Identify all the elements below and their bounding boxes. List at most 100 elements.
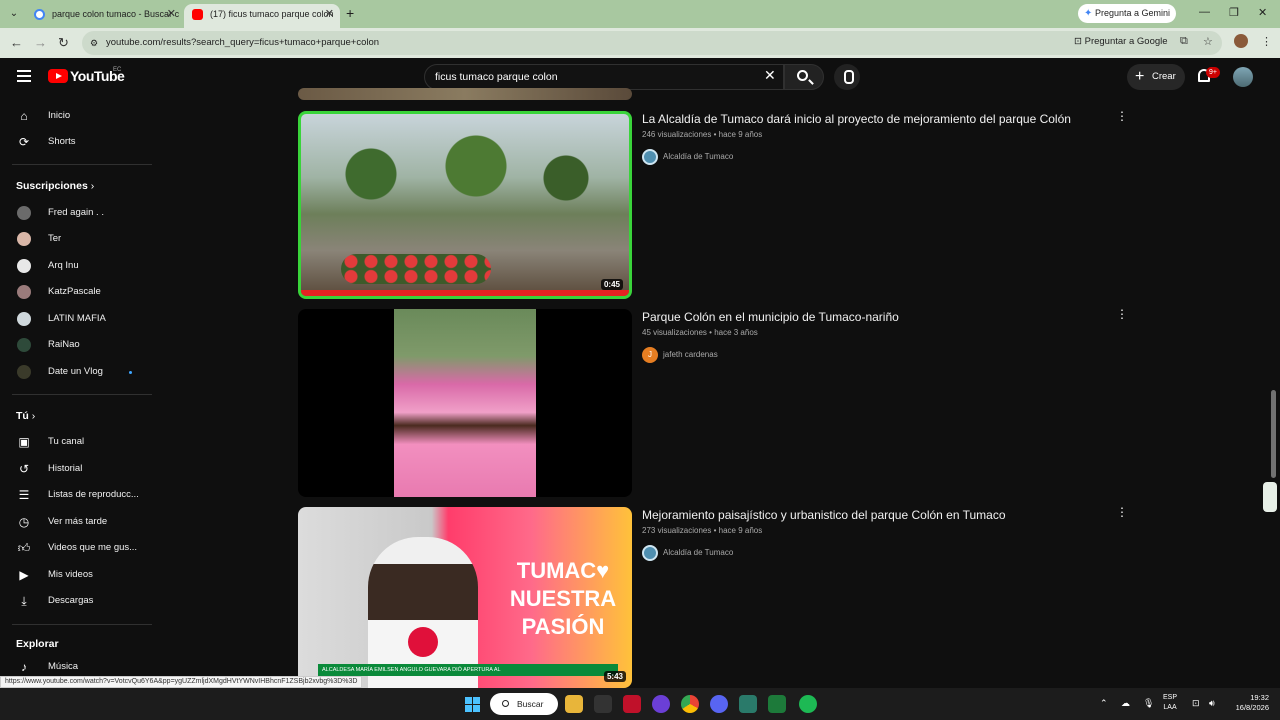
sidebar-item-subscription[interactable]: Arq Inu bbox=[0, 253, 154, 279]
sidebar-item-label: Fred again . . bbox=[48, 207, 104, 218]
search-input[interactable]: ficus tumaco parque colon bbox=[424, 64, 784, 90]
home-icon: ⌂ bbox=[20, 109, 28, 123]
tab-search-icon[interactable]: ⌄ bbox=[6, 6, 22, 22]
channel-avatar: J bbox=[642, 347, 658, 363]
video-title[interactable]: Mejoramiento paisajístico y urbanistico … bbox=[642, 508, 1006, 522]
sidebar-item-shorts[interactable]: ⟳ Shorts bbox=[0, 129, 154, 155]
bookmark-star-icon[interactable]: ☆ bbox=[1203, 35, 1213, 48]
video-duration: 5:43 bbox=[603, 671, 626, 682]
voice-search-button[interactable] bbox=[834, 64, 860, 90]
spotify-icon[interactable] bbox=[799, 695, 817, 713]
sidebar-item-downloads[interactable]: ⤓ Descargas bbox=[0, 588, 154, 614]
browser-menu-icon[interactable]: ⋮ bbox=[1261, 35, 1272, 48]
video-thumbnail[interactable] bbox=[298, 309, 632, 497]
youtube-logo-icon[interactable] bbox=[48, 69, 68, 83]
tab-google-search[interactable]: parque colon tumaco - Buscar c ✕ bbox=[26, 4, 182, 28]
channel-avatar bbox=[642, 545, 658, 561]
microphone-icon[interactable]: 🎙︎ bbox=[1143, 698, 1154, 709]
sidebar-item-liked-videos[interactable]: 👍︎ Videos que me gus... bbox=[0, 535, 154, 561]
sidebar-item-subscription[interactable]: RaiNao bbox=[0, 332, 154, 358]
search-button[interactable] bbox=[784, 64, 824, 90]
forward-icon[interactable]: → bbox=[34, 35, 47, 50]
sidebar-item-playlists[interactable]: ☰ Listas de reproducc... bbox=[0, 482, 154, 508]
sidebar-item-label: Tu canal bbox=[48, 436, 85, 447]
shorts-icon: ⟳ bbox=[18, 135, 30, 149]
channel-link[interactable]: Alcaldía de Tumaco bbox=[642, 545, 733, 561]
gemini-button[interactable]: ✦ Pregunta a Gemini bbox=[1078, 4, 1176, 23]
you-heading[interactable]: Tú › bbox=[16, 410, 35, 422]
tab-youtube[interactable]: (17) ficus tumaco parque colon ✕ bbox=[184, 4, 340, 28]
sidebar-item-subscription[interactable]: Fred again . . bbox=[0, 200, 154, 226]
network-icon[interactable]: ⊡ bbox=[1192, 698, 1200, 709]
video-thumbnail[interactable]: TUMAC♥ NUESTRA PASIÓN ALCALDESA MARÍA EM… bbox=[298, 507, 632, 688]
chrome-icon[interactable] bbox=[681, 695, 699, 713]
clear-search-icon[interactable]: ✕ bbox=[764, 67, 776, 84]
site-info-icon[interactable]: ⚙ bbox=[90, 31, 98, 55]
sidebar-item-home[interactable]: ⌂ Inicio bbox=[0, 103, 154, 129]
create-button[interactable]: + Crear bbox=[1127, 64, 1185, 90]
clock[interactable]: 19:32 16/8/2026 bbox=[1227, 693, 1269, 713]
video-thumbnail[interactable]: 0:45 bbox=[298, 111, 632, 299]
user-avatar[interactable] bbox=[1233, 67, 1253, 87]
file-explorer-icon[interactable] bbox=[565, 695, 583, 713]
back-icon[interactable]: ← bbox=[10, 35, 23, 50]
cloud-icon[interactable]: ☁ bbox=[1121, 698, 1130, 709]
view-count: 273 visualizaciones bbox=[642, 526, 712, 535]
address-bar[interactable]: ⚙ youtube.com/results?search_query=ficus… bbox=[82, 31, 1222, 55]
time: 19:32 bbox=[1250, 693, 1269, 702]
ask-google-button[interactable]: ⊡ Preguntar a Google bbox=[1074, 36, 1168, 47]
subscriptions-heading[interactable]: Suscripciones › bbox=[16, 180, 94, 192]
channel-avatar bbox=[17, 338, 31, 352]
sidebar-item-subscription[interactable]: Ter bbox=[0, 226, 154, 252]
taskbar-search[interactable]: Buscar bbox=[490, 693, 558, 715]
acrobat-icon[interactable] bbox=[623, 695, 641, 713]
thumbnail-frame bbox=[394, 309, 536, 497]
menu-icon[interactable] bbox=[17, 70, 31, 82]
sidebar-item-history[interactable]: ↺ Historial bbox=[0, 456, 154, 482]
more-options-icon[interactable]: ⋮ bbox=[1116, 506, 1128, 518]
sidebar-item-watch-later[interactable]: ◷ Ver más tarde bbox=[0, 509, 154, 535]
channel-link[interactable]: J jafeth cardenas bbox=[642, 347, 718, 363]
close-tab-icon[interactable]: ✕ bbox=[325, 4, 334, 24]
thumbnail-microphone bbox=[408, 627, 438, 657]
window-close-button[interactable]: ✕ bbox=[1258, 6, 1267, 19]
sidebar-item-subscription[interactable]: LATIN MAFIA bbox=[0, 306, 154, 332]
sidebar-item-my-videos[interactable]: ▶ Mis videos bbox=[0, 562, 154, 588]
video-thumbnail-partial[interactable] bbox=[298, 88, 632, 100]
minimize-button[interactable]: — bbox=[1199, 6, 1210, 18]
channel-name: Alcaldía de Tumaco bbox=[663, 548, 734, 557]
volume-icon[interactable]: 🔊︎ bbox=[1209, 698, 1215, 709]
sidebar-item-your-channel[interactable]: ▣ Tu canal bbox=[0, 429, 154, 455]
extension-side-panel[interactable] bbox=[1263, 482, 1277, 512]
new-tab-button[interactable]: + bbox=[346, 5, 354, 21]
app-icon[interactable] bbox=[594, 695, 612, 713]
gemini-label: Pregunta a Gemini bbox=[1095, 8, 1171, 18]
tab-label: parque colon tumaco - Buscar c bbox=[52, 9, 180, 19]
channel-name: jafeth cardenas bbox=[663, 350, 718, 359]
more-options-icon[interactable]: ⋮ bbox=[1116, 308, 1128, 320]
maximize-button[interactable]: ❐ bbox=[1229, 6, 1239, 19]
close-tab-icon[interactable]: ✕ bbox=[167, 4, 176, 24]
input-language[interactable]: ESP LAA bbox=[1163, 693, 1177, 713]
install-app-icon[interactable]: ⧉ bbox=[1180, 35, 1188, 48]
sidebar-item-subscription[interactable]: Date un Vlog bbox=[0, 359, 154, 385]
browser-profile-avatar[interactable] bbox=[1234, 34, 1248, 48]
discord-icon[interactable] bbox=[710, 695, 728, 713]
app-icon[interactable] bbox=[739, 695, 757, 713]
windows-start-icon[interactable] bbox=[465, 697, 480, 712]
sidebar-item-subscription[interactable]: KatzPascale bbox=[0, 279, 154, 305]
more-options-icon[interactable]: ⋮ bbox=[1116, 110, 1128, 122]
sidebar-item-label: Videos que me gus... bbox=[48, 542, 138, 553]
divider bbox=[12, 164, 152, 165]
channel-link[interactable]: Alcaldía de Tumaco bbox=[642, 149, 733, 165]
sidebar-item-label: Mis videos bbox=[48, 569, 93, 580]
video-title[interactable]: Parque Colón en el municipio de Tumaco-n… bbox=[642, 310, 899, 324]
app-icon[interactable] bbox=[768, 695, 786, 713]
show-hidden-icons[interactable]: ⌃ bbox=[1100, 698, 1108, 709]
app-icon[interactable] bbox=[652, 695, 670, 713]
music-icon: ♪ bbox=[21, 660, 27, 674]
page-scrollbar[interactable] bbox=[1271, 390, 1276, 478]
channel-avatar bbox=[17, 232, 31, 246]
reload-icon[interactable]: ↻ bbox=[58, 35, 69, 51]
video-title[interactable]: La Alcaldía de Tumaco dará inicio al pro… bbox=[642, 112, 1071, 126]
